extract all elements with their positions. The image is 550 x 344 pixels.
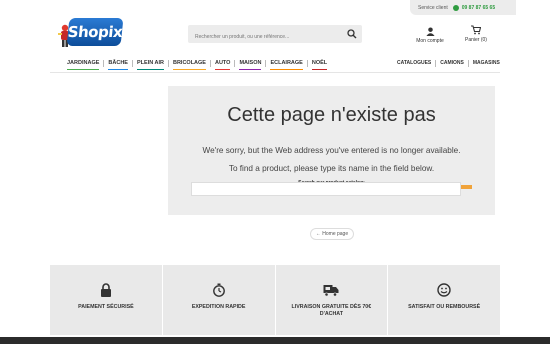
secondary-nav: CATALOGUES CAMIONS MAGASINS bbox=[393, 60, 504, 67]
nav-item-camions[interactable]: CAMIONS bbox=[436, 60, 469, 67]
error-panel: Cette page n'existe pas We're sorry, but… bbox=[168, 86, 495, 215]
account-link[interactable]: Mon compte bbox=[414, 27, 446, 44]
footer bbox=[0, 337, 550, 344]
feature-label: PAIEMENT SÉCURISÉ bbox=[78, 304, 134, 310]
nav-item-bricolage[interactable]: BRICOLAGE bbox=[169, 60, 211, 70]
feature-free-delivery: LIVRAISON GRATUITE DÈS 70€ D'ACHAT bbox=[275, 265, 389, 335]
nav-underline bbox=[172, 69, 206, 70]
search-input[interactable] bbox=[188, 28, 338, 46]
nav-item-maison[interactable]: MAISON bbox=[235, 60, 267, 70]
phone-number[interactable]: 09 87 87 65 65 bbox=[462, 5, 495, 11]
nav-item-noel[interactable]: NOËL bbox=[308, 60, 331, 70]
nav-item-plein-air[interactable]: PLEIN AIR bbox=[133, 60, 169, 70]
catalog-search bbox=[191, 182, 472, 196]
page-title: Cette page n'existe pas bbox=[227, 104, 436, 126]
nav-label: PLEIN AIR bbox=[136, 60, 164, 66]
nav-underline bbox=[270, 69, 303, 70]
error-message: We're sorry, but the Web address you've … bbox=[202, 146, 461, 155]
feature-fast-shipping: EXPEDITION RAPIDE bbox=[162, 265, 276, 335]
nav-label: NOËL bbox=[311, 60, 328, 66]
nav-underline bbox=[108, 69, 128, 70]
error-hint: To find a product, please type its name … bbox=[228, 164, 435, 173]
nav-item-catalogues[interactable]: CATALOGUES bbox=[393, 60, 437, 67]
nav-item-auto[interactable]: AUTO bbox=[211, 60, 236, 70]
home-page-button[interactable]: ← Home page bbox=[310, 228, 354, 240]
category-nav: JARDINAGE BÂCHE PLEIN AIR BRICOLAGE AUTO… bbox=[63, 60, 331, 70]
catalog-search-input[interactable] bbox=[191, 182, 461, 196]
smiley-icon bbox=[437, 283, 451, 297]
nav-label: BÂCHE bbox=[108, 60, 128, 66]
nav-underline bbox=[239, 69, 262, 70]
service-label: Service client bbox=[418, 4, 448, 11]
truck-icon bbox=[323, 285, 339, 297]
stopwatch-icon bbox=[212, 283, 225, 297]
catalog-search-button[interactable] bbox=[461, 185, 472, 189]
nav-item-jardinage[interactable]: JARDINAGE bbox=[63, 60, 105, 70]
nav-underline bbox=[214, 69, 231, 70]
lock-icon bbox=[100, 283, 111, 297]
site-logo[interactable]: Shopix bbox=[58, 14, 124, 50]
nav-item-eclairage[interactable]: ECLAIRAGE bbox=[266, 60, 308, 70]
phone-icon bbox=[452, 4, 459, 11]
nav-label: AUTO bbox=[214, 60, 231, 66]
reassurance-bar: PAIEMENT SÉCURISÉ EXPEDITION RAPIDE LIVR… bbox=[50, 265, 500, 335]
nav-item-bache[interactable]: BÂCHE bbox=[104, 60, 133, 70]
feature-label: LIVRAISON GRATUITE DÈS 70€ D'ACHAT bbox=[291, 304, 372, 317]
header-divider bbox=[50, 72, 500, 73]
nav-underline bbox=[136, 69, 164, 70]
feature-label: EXPEDITION RAPIDE bbox=[191, 304, 246, 310]
top-contact-bar: Service client 09 87 87 65 65 bbox=[410, 0, 516, 15]
search-bar bbox=[188, 25, 362, 46]
nav-label: JARDINAGE bbox=[67, 60, 100, 66]
nav-underline bbox=[67, 69, 100, 70]
logo-wordmark: Shopix bbox=[66, 18, 124, 46]
cart-link[interactable]: Panier (0) bbox=[463, 25, 489, 43]
nav-label: MAISON bbox=[239, 60, 262, 66]
feature-secure-payment: PAIEMENT SÉCURISÉ bbox=[50, 265, 163, 335]
user-icon bbox=[425, 27, 435, 36]
account-label: Mon compte bbox=[416, 38, 444, 44]
cart-icon bbox=[471, 25, 482, 35]
nav-underline bbox=[311, 69, 328, 70]
nav-label: BRICOLAGE bbox=[172, 60, 206, 66]
nav-label: ECLAIRAGE bbox=[270, 60, 303, 66]
feature-label: SATISFAIT OU REMBOURSÉ bbox=[408, 304, 481, 310]
feature-satisfaction: SATISFAIT OU REMBOURSÉ bbox=[388, 265, 500, 335]
cart-label: Panier (0) bbox=[465, 37, 487, 43]
nav-item-magasins[interactable]: MAGASINS bbox=[469, 60, 504, 67]
search-icon[interactable] bbox=[347, 29, 357, 39]
